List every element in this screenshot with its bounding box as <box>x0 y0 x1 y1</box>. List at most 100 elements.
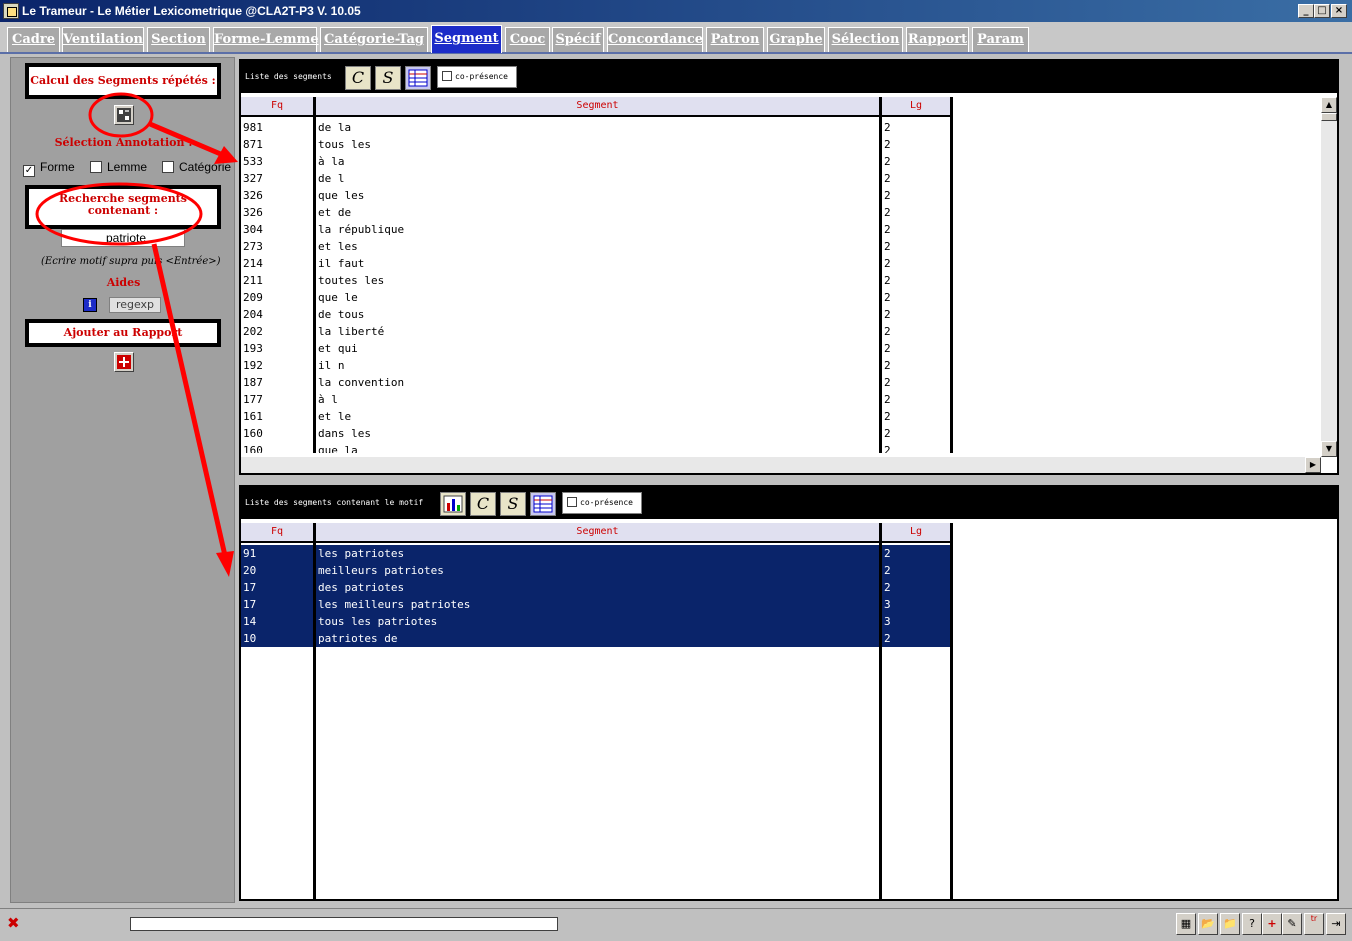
header-lg[interactable]: Lg <box>882 526 950 537</box>
cell-fq: 10 <box>243 632 257 645</box>
table-row[interactable]: 160 que la 2 <box>241 442 953 453</box>
table-row[interactable]: 14 tous les patriotes 3 <box>241 613 951 630</box>
info-icon[interactable]: i <box>83 298 97 312</box>
stop-icon[interactable]: ✖ <box>7 914 20 932</box>
calc-segments-button[interactable] <box>114 105 134 125</box>
copresence-toggle-bottom[interactable]: co-présence <box>562 492 642 514</box>
table-row[interactable]: 326 que les 2 <box>241 187 953 204</box>
exit-icon[interactable]: ⇥ <box>1326 913 1346 935</box>
cell-fq: 192 <box>243 359 263 372</box>
edit-icon[interactable]: ✎ <box>1282 913 1302 935</box>
search-input[interactable]: patriote <box>61 229 185 247</box>
header-fq[interactable]: Fq <box>241 526 313 537</box>
tab-patron[interactable]: Patron <box>706 27 764 52</box>
copresence-checkbox-top[interactable] <box>442 71 452 81</box>
table-row[interactable]: 204 de tous 2 <box>241 306 953 323</box>
segments-horizontal-scrollbar[interactable]: ▶ <box>241 457 1321 473</box>
cell-lg: 3 <box>884 598 891 611</box>
specif-s-icon-bottom[interactable]: S <box>500 492 526 516</box>
table-row[interactable]: 91 les patriotes 2 <box>241 545 951 562</box>
minimize-button[interactable]: _ <box>1298 4 1314 18</box>
tab-categorie-tag[interactable]: Catégorie-Tag <box>320 27 428 52</box>
tab-graphe[interactable]: Graphe <box>767 27 825 52</box>
cooc-c-icon-bottom[interactable]: C <box>470 492 496 516</box>
table-row[interactable]: 209 que le 2 <box>241 289 953 306</box>
tab-section[interactable]: Section <box>147 27 210 52</box>
cell-fq: 327 <box>243 172 263 185</box>
cooc-c-icon[interactable]: C <box>345 66 371 90</box>
save-folder-icon[interactable]: 📁 <box>1220 913 1240 935</box>
table-row[interactable]: 533 à la 2 <box>241 153 953 170</box>
tab-specif[interactable]: Spécif <box>552 27 604 52</box>
regexp-help-button[interactable]: regexp <box>109 297 161 313</box>
tab-selection[interactable]: Sélection <box>828 27 903 52</box>
table-row[interactable]: 192 il n 2 <box>241 357 953 374</box>
cell-lg: 2 <box>884 121 891 134</box>
header-segment[interactable]: Segment <box>316 526 879 537</box>
table-row[interactable]: 160 dans les 2 <box>241 425 953 442</box>
table-row[interactable]: 273 et les 2 <box>241 238 953 255</box>
segments-vertical-scrollbar[interactable]: ▲ ▼ <box>1321 97 1337 457</box>
table-row[interactable]: 177 à l 2 <box>241 391 953 408</box>
cell-segment: la convention <box>318 376 405 389</box>
table-row[interactable]: 211 toutes les 2 <box>241 272 953 289</box>
table-row[interactable]: 304 la république 2 <box>241 221 953 238</box>
add-report-label: Ajouter au Rapport <box>25 319 221 347</box>
table-row[interactable]: 327 de l 2 <box>241 170 953 187</box>
tab-rapport[interactable]: Rapport <box>906 27 969 52</box>
tab-segment[interactable]: Segment <box>431 25 502 53</box>
tab-concordance[interactable]: Concordance <box>607 27 703 52</box>
cell-segment: de tous <box>318 308 365 321</box>
table-row[interactable]: 10 patriotes de 2 <box>241 630 951 647</box>
checkbox-categorie-box[interactable] <box>162 161 174 173</box>
table-row[interactable]: 326 et de 2 <box>241 204 953 221</box>
table-row[interactable]: 202 la liberté 2 <box>241 323 953 340</box>
cell-lg: 2 <box>884 393 891 406</box>
table-export-icon-bottom[interactable] <box>530 492 556 516</box>
help-icon[interactable]: ? <box>1242 913 1262 935</box>
copresence-toggle-top[interactable]: co-présence <box>437 66 517 88</box>
table-export-icon[interactable] <box>405 66 431 90</box>
table-row[interactable]: 161 et le 2 <box>241 408 953 425</box>
close-button[interactable]: × <box>1331 4 1347 18</box>
tab-forme-lemme[interactable]: Forme-Lemme <box>213 27 319 52</box>
add-report-button[interactable] <box>114 352 134 372</box>
tab-param[interactable]: Param <box>972 27 1029 52</box>
scroll-up-button[interactable]: ▲ <box>1321 97 1337 113</box>
checkbox-categorie[interactable]: Catégorie <box>162 160 231 174</box>
chart-icon[interactable] <box>440 492 466 516</box>
cell-lg: 2 <box>884 257 891 270</box>
header-segment[interactable]: Segment <box>316 100 879 111</box>
checkbox-forme[interactable]: ✓ Forme <box>23 160 75 177</box>
open-folder-icon[interactable]: 📂 <box>1198 913 1218 935</box>
table-row[interactable]: 871 tous les 2 <box>241 136 953 153</box>
tab-ventilation[interactable]: Ventilation <box>62 27 144 52</box>
checkbox-lemme[interactable]: Lemme <box>90 160 147 174</box>
table-row[interactable]: 20 meilleurs patriotes 2 <box>241 562 951 579</box>
table-row[interactable]: 187 la convention 2 <box>241 374 953 391</box>
table-row[interactable]: 193 et qui 2 <box>241 340 953 357</box>
header-fq[interactable]: Fq <box>241 100 313 111</box>
add-icon[interactable]: + <box>1262 913 1282 935</box>
cell-fq: 177 <box>243 393 263 406</box>
checkbox-forme-box[interactable]: ✓ <box>23 165 35 177</box>
scroll-down-button[interactable]: ▼ <box>1321 441 1337 457</box>
cell-fq: 160 <box>243 444 263 453</box>
table-row[interactable]: 17 les meilleurs patriotes 3 <box>241 596 951 613</box>
specif-s-icon[interactable]: S <box>375 66 401 90</box>
checkbox-lemme-box[interactable] <box>90 161 102 173</box>
scroll-right-button[interactable]: ▶ <box>1305 457 1321 473</box>
header-lg[interactable]: Lg <box>882 100 950 111</box>
cell-lg: 2 <box>884 564 891 577</box>
tab-cadre[interactable]: Cadre <box>7 27 60 52</box>
table-row[interactable]: 981 de la 2 <box>241 119 953 136</box>
maximize-button[interactable]: □ <box>1314 4 1330 18</box>
trameur-logo-icon[interactable]: tr <box>1304 913 1324 935</box>
copresence-checkbox-bottom[interactable] <box>567 497 577 507</box>
table-row[interactable]: 17 des patriotes 2 <box>241 579 951 596</box>
segments-list-label: Liste des segments <box>245 72 332 81</box>
tab-cooc[interactable]: Cooc <box>505 27 550 52</box>
table-row[interactable]: 214 il faut 2 <box>241 255 953 272</box>
segments-tool-icon[interactable]: ▦ <box>1176 913 1196 935</box>
scroll-thumb[interactable] <box>1321 113 1337 121</box>
